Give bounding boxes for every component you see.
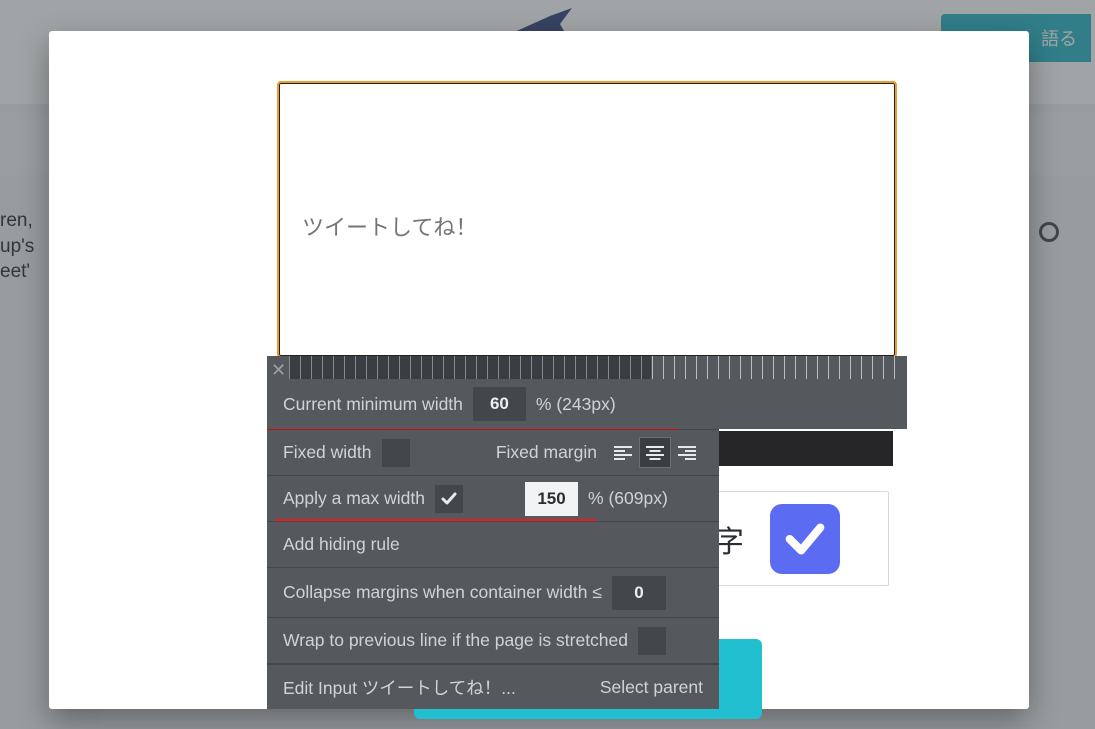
responsive-panel: ✕ Current minimum width % (243px) Fixed … bbox=[267, 356, 719, 709]
tweet-input[interactable] bbox=[279, 83, 895, 356]
collapse-margins-input[interactable] bbox=[612, 576, 666, 610]
align-right-button[interactable] bbox=[671, 437, 703, 468]
collapse-margins-label: Collapse margins when container width ≤ bbox=[283, 582, 602, 603]
submit-check-button[interactable] bbox=[770, 504, 840, 574]
row-wrap-previous: Wrap to previous line if the page is str… bbox=[267, 617, 719, 663]
align-center-button[interactable] bbox=[639, 437, 671, 468]
check-icon bbox=[440, 490, 458, 508]
row-footer: Edit Input ツイートしてね！... Select parent bbox=[267, 663, 719, 709]
max-width-checkbox[interactable] bbox=[435, 485, 463, 513]
max-width-label: Apply a max width bbox=[283, 488, 425, 509]
check-icon bbox=[782, 516, 828, 562]
min-width-suffix: % (243px) bbox=[536, 394, 616, 415]
edit-input-link[interactable]: Edit Input ツイートしてね！... bbox=[283, 675, 516, 700]
fixed-width-checkbox[interactable] bbox=[382, 439, 410, 467]
character-count-box: 字 bbox=[699, 491, 889, 586]
add-hiding-rule-label: Add hiding rule bbox=[283, 534, 400, 555]
alignment-group bbox=[607, 437, 703, 468]
fixed-margin-label: Fixed margin bbox=[496, 442, 597, 463]
min-width-input[interactable] bbox=[473, 387, 526, 421]
row-max-width: Apply a max width % (609px) bbox=[267, 475, 719, 521]
row-collapse-margins: Collapse margins when container width ≤ bbox=[267, 567, 719, 617]
max-width-input[interactable] bbox=[525, 482, 578, 516]
align-left-button[interactable] bbox=[607, 437, 639, 468]
select-parent-link[interactable]: Select parent bbox=[600, 677, 703, 698]
modal: 字 ✕ Current minimum width % (243px) Fixe… bbox=[49, 31, 1029, 709]
align-right-icon bbox=[678, 445, 696, 461]
align-center-icon bbox=[646, 445, 664, 461]
max-width-suffix: % (609px) bbox=[588, 488, 668, 509]
wrap-previous-checkbox[interactable] bbox=[638, 627, 666, 655]
wrap-previous-label: Wrap to previous line if the page is str… bbox=[283, 630, 628, 651]
row-add-hiding-rule[interactable]: Add hiding rule bbox=[267, 521, 719, 567]
fixed-width-label: Fixed width bbox=[283, 442, 372, 463]
min-width-label: Current minimum width bbox=[283, 394, 463, 415]
row-fixed-width: Fixed width Fixed margin bbox=[267, 429, 719, 475]
panel-section-width: Current minimum width % (243px) bbox=[267, 356, 907, 429]
align-left-icon bbox=[614, 445, 632, 461]
width-ruler[interactable] bbox=[289, 356, 901, 379]
close-icon[interactable]: ✕ bbox=[271, 360, 286, 381]
